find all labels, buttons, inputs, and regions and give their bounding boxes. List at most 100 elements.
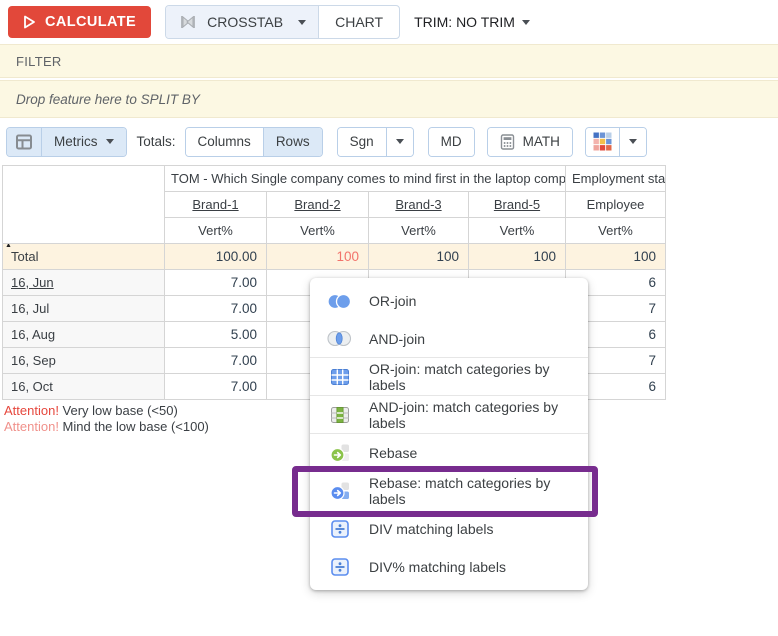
metric-header: Vert% xyxy=(369,218,469,244)
columns-label: Columns xyxy=(198,134,251,149)
attention-prefix: Attention! xyxy=(4,419,59,434)
totals-rows-button[interactable]: Rows xyxy=(263,128,322,156)
totals-label: Totals: xyxy=(137,134,176,149)
brand-link[interactable]: Brand-3 xyxy=(395,197,441,212)
menu-item-label: Rebase xyxy=(369,445,417,461)
chevron-down-icon xyxy=(396,139,404,144)
crosstab-bowtie-icon xyxy=(178,13,198,31)
md-label: MD xyxy=(441,134,462,149)
math-button[interactable]: MATH xyxy=(488,128,572,156)
row-label: 16, Oct xyxy=(11,379,53,394)
filter-drop-zone[interactable]: FILTER xyxy=(0,44,778,78)
metrics-label: Metrics xyxy=(54,134,98,149)
row-label-16-sep[interactable]: 16, Sep xyxy=(3,348,165,374)
layout-button[interactable] xyxy=(7,128,41,156)
menu-item-div-percent-matching[interactable]: DIV% matching labels xyxy=(310,548,588,586)
sgn-button[interactable]: Sgn xyxy=(338,128,386,156)
menu-item-or-join[interactable]: OR-join xyxy=(310,282,588,320)
brand-link[interactable]: Brand-2 xyxy=(294,197,340,212)
menu-item-and-join-match[interactable]: AND-join: match categories by labels xyxy=(310,396,588,434)
totals-toggle-group: Columns Rows xyxy=(185,127,323,157)
row-label-16-jun[interactable]: 16, Jun xyxy=(3,270,165,296)
sgn-label: Sgn xyxy=(350,134,374,149)
menu-item-rebase[interactable]: Rebase xyxy=(310,434,588,472)
play-icon xyxy=(23,15,36,29)
row-label[interactable]: 16, Jun xyxy=(11,275,54,290)
trim-label: TRIM: NO TRIM xyxy=(414,14,515,30)
table-cell: 100 xyxy=(566,244,666,270)
attention-text: Very low base (<50) xyxy=(59,403,178,418)
heatmap-button[interactable] xyxy=(586,128,619,156)
menu-item-or-join-match[interactable]: OR-join: match categories by labels xyxy=(310,358,588,396)
heatmap-dropdown-toggle[interactable] xyxy=(619,128,646,156)
menu-item-label: AND-join: match categories by labels xyxy=(369,399,578,431)
heatmap-icon xyxy=(593,132,612,151)
row-label: Total xyxy=(11,249,38,264)
split-by-drop-zone[interactable]: Drop feature here to SPLIT BY xyxy=(0,80,778,118)
brand-link[interactable]: Brand-5 xyxy=(494,197,540,212)
table-layout-icon xyxy=(14,132,34,152)
crosstab-button[interactable]: CROSSTAB xyxy=(166,6,319,38)
totals-columns-button[interactable]: Columns xyxy=(186,128,263,156)
view-switch-group: CROSSTAB CHART xyxy=(165,5,400,39)
chart-button[interactable]: CHART xyxy=(319,6,399,38)
div-icon xyxy=(326,519,353,539)
brand-link[interactable]: Brand-1 xyxy=(192,197,238,212)
menu-item-label: OR-join xyxy=(369,293,416,309)
menu-item-div-matching[interactable]: DIV matching labels xyxy=(310,510,588,548)
corner-cell xyxy=(3,166,165,244)
table-cell-low-base: 100 xyxy=(267,244,369,270)
metric-header: Vert% xyxy=(469,218,566,244)
column-header-brand-2[interactable]: Brand-2 xyxy=(267,192,369,218)
row-label: 16, Jul xyxy=(11,301,49,316)
column-header-brand-1[interactable]: Brand-1 xyxy=(165,192,267,218)
row-label-16-aug[interactable]: 16, Aug xyxy=(3,322,165,348)
md-group: MD xyxy=(428,127,475,157)
metric-header: Vert% xyxy=(566,218,666,244)
question-group-header: TOM - Which Single company comes to mind… xyxy=(165,166,566,192)
menu-item-rebase-match[interactable]: Rebase: match categories by labels xyxy=(310,472,588,510)
or-join-grid-icon xyxy=(326,367,353,387)
calculate-button[interactable]: CALCULATE xyxy=(8,6,151,38)
rebase-match-icon xyxy=(326,481,353,501)
chevron-down-icon xyxy=(629,139,637,144)
rows-label: Rows xyxy=(276,134,310,149)
split-by-label: Drop feature here to SPLIT BY xyxy=(16,92,200,107)
table-cell: 7.00 xyxy=(165,374,267,400)
menu-item-label: Rebase: match categories by labels xyxy=(369,475,578,507)
chevron-down-icon xyxy=(106,139,114,144)
metric-header: Vert% xyxy=(165,218,267,244)
or-join-venn-icon xyxy=(326,293,353,310)
table-cell: 7.00 xyxy=(165,348,267,374)
join-rebase-context-menu: OR-join AND-join xyxy=(310,278,588,590)
table-cell: 100 xyxy=(369,244,469,270)
row-label-16-jul[interactable]: 16, Jul xyxy=(3,296,165,322)
crosstab-label: CROSSTAB xyxy=(207,14,283,30)
row-label-16-oct[interactable]: 16, Oct xyxy=(3,374,165,400)
column-header-employee[interactable]: Employee xyxy=(566,192,666,218)
chart-label: CHART xyxy=(335,14,383,30)
metrics-toolbar: Metrics Totals: Columns Rows Sgn MD xyxy=(0,118,778,165)
trim-dropdown[interactable]: TRIM: NO TRIM xyxy=(414,14,530,30)
attention-prefix: Attention! xyxy=(4,403,59,418)
md-button[interactable]: MD xyxy=(429,128,474,156)
app-window: CALCULATE CROSSTAB CHART TR xyxy=(0,0,778,636)
sgn-split-button: Sgn xyxy=(337,127,414,157)
div-percent-icon xyxy=(326,557,353,577)
menu-item-label: DIV matching labels xyxy=(369,521,494,537)
row-label-total[interactable]: ▲ Total xyxy=(3,244,165,270)
sgn-dropdown-toggle[interactable] xyxy=(386,128,413,156)
chevron-down-icon xyxy=(298,20,306,25)
sort-ascending-icon[interactable]: ▲ xyxy=(5,244,12,251)
menu-item-label: DIV% matching labels xyxy=(369,559,506,575)
column-label: Employee xyxy=(587,197,645,212)
table-cell: 5.00 xyxy=(165,322,267,348)
metrics-group: Metrics xyxy=(6,127,127,157)
rebase-icon xyxy=(326,443,353,463)
column-header-brand-5[interactable]: Brand-5 xyxy=(469,192,566,218)
menu-item-label: OR-join: match categories by labels xyxy=(369,361,578,393)
metrics-dropdown[interactable]: Metrics xyxy=(41,128,126,156)
column-header-brand-3[interactable]: Brand-3 xyxy=(369,192,469,218)
table-cell: 7.00 xyxy=(165,296,267,322)
menu-item-and-join[interactable]: AND-join xyxy=(310,320,588,358)
